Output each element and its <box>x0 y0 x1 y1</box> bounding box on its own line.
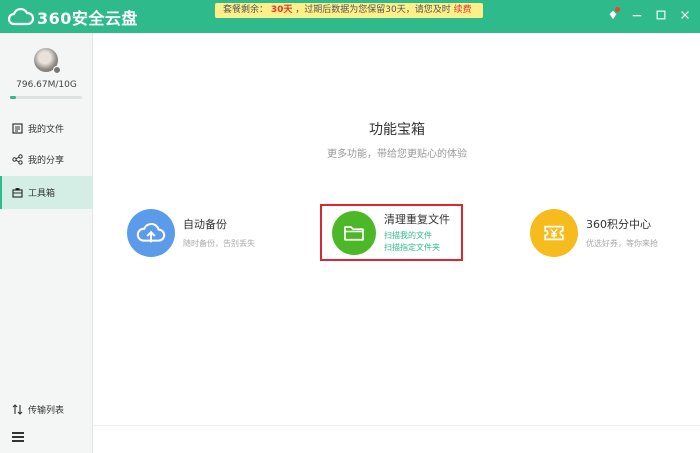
app-logo: 360安全云盘 <box>8 6 138 28</box>
title-bar: 360安全云盘 套餐剩余： 30天 ，过期后数据为您保留30天，请您及时 续费 <box>0 0 700 33</box>
avatar-badge-icon <box>53 66 61 74</box>
sidebar-item-my-shares[interactable]: 我的分享 <box>0 143 93 176</box>
storage-quota-bar <box>10 96 82 99</box>
tool-auto-backup[interactable]: 自动备份 随时备份，告别丢失 <box>127 208 255 258</box>
tool-desc: 优选好券，等你来抢 <box>586 239 658 248</box>
notification-dot <box>615 7 620 12</box>
storage-quota-text: 796.67M/10G <box>16 80 77 90</box>
renew-link[interactable]: 续费 <box>454 5 472 15</box>
hamburger-menu-icon[interactable] <box>12 432 24 442</box>
toolbox-icon <box>12 188 23 198</box>
banner-prefix: 套餐剩余： <box>223 5 269 15</box>
maximize-icon[interactable] <box>654 9 668 23</box>
divider <box>94 425 700 426</box>
sidebar-item-label: 工具箱 <box>28 189 56 199</box>
close-icon[interactable] <box>678 9 692 23</box>
page-subtitle: 更多功能，带给您更贴心的体验 <box>327 149 467 160</box>
toolbox-panel: 功能宝箱 更多功能，带给您更贴心的体验 自动备份 随时备份，告别丢失 清理重复文… <box>94 33 700 453</box>
sidebar-item-label: 我的分享 <box>28 156 65 166</box>
sidebar-item-my-files[interactable]: 我的文件 <box>0 112 93 145</box>
tool-clean-duplicates[interactable]: 清理重复文件 扫描我的文件 扫描指定文件夹 <box>320 204 463 261</box>
scan-my-files-link[interactable]: 扫描我的文件 <box>384 230 450 242</box>
coupon-icon <box>530 209 578 257</box>
sidebar-item-label: 我的文件 <box>28 125 65 135</box>
cloud-upload-icon <box>127 209 175 257</box>
app-name: 360安全云盘 <box>37 9 138 28</box>
transfer-arrows-icon <box>12 403 23 415</box>
page-title: 功能宝箱 <box>369 122 425 138</box>
tool-desc: 随时备份，告别丢失 <box>183 239 255 248</box>
tool-name: 清理重复文件 <box>384 213 450 226</box>
folder-icon <box>332 210 376 255</box>
scan-folder-link[interactable]: 扫描指定文件夹 <box>384 242 450 254</box>
skin-icon[interactable] <box>606 7 620 23</box>
banner-days: 30天 <box>270 5 293 15</box>
subscription-banner: 套餐剩余： 30天 ，过期后数据为您保留30天，请您及时 续费 <box>215 3 483 18</box>
sidebar-item-toolbox[interactable]: 工具箱 <box>0 176 93 209</box>
transfer-list-label: 传输列表 <box>28 405 65 416</box>
tool-name: 360积分中心 <box>586 218 651 231</box>
sidebar-item-transfer-list[interactable]: 传输列表 <box>0 396 93 422</box>
tool-points-center[interactable]: 360积分中心 优选好券，等你来抢 <box>530 208 658 258</box>
share-icon <box>12 154 23 165</box>
cloud-logo-icon <box>8 7 34 26</box>
sidebar: 796.67M/10G 我的文件 我的分享 工具箱 传输列表 <box>0 33 93 453</box>
tool-name: 自动备份 <box>183 218 227 231</box>
banner-middle: ，过期后数据为您保留30天，请您及时 <box>295 5 451 15</box>
file-list-icon <box>12 123 23 134</box>
minimize-icon[interactable] <box>630 9 644 23</box>
window-controls <box>606 7 692 23</box>
storage-quota-fill <box>10 96 16 99</box>
